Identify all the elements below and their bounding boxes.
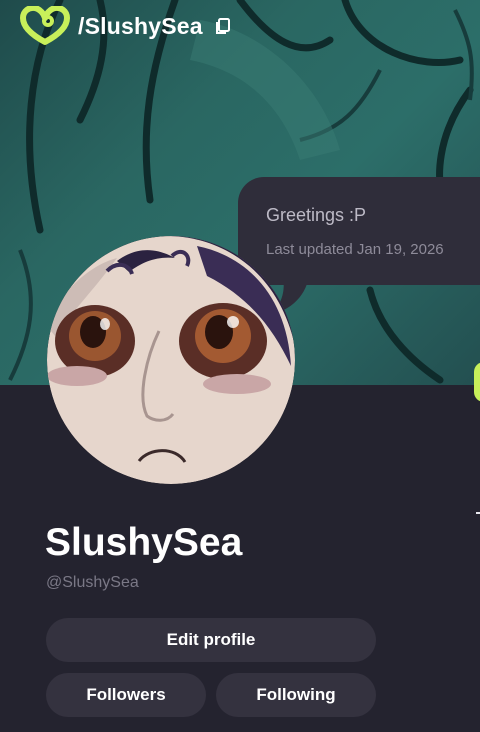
followers-label: Followers bbox=[86, 685, 166, 704]
top-bar: /SlushySea bbox=[20, 6, 233, 46]
heart-swirl-logo-icon[interactable] bbox=[20, 6, 70, 46]
profile-handle-path: /SlushySea bbox=[78, 12, 203, 39]
status-updated-time: Last updated Jan 19, 2026 bbox=[266, 241, 444, 258]
edge-divider bbox=[476, 512, 480, 514]
avatar[interactable] bbox=[47, 236, 295, 484]
following-button[interactable]: Following bbox=[216, 673, 376, 717]
display-name: SlushySea bbox=[45, 521, 243, 564]
following-label: Following bbox=[256, 685, 336, 704]
status-bubble[interactable]: Greetings :P Last updated Jan 19, 2026 bbox=[238, 177, 480, 285]
username: @SlushySea bbox=[46, 574, 139, 591]
edit-profile-button[interactable]: Edit profile bbox=[46, 618, 376, 662]
followers-button[interactable]: Followers bbox=[46, 673, 206, 717]
edit-profile-label: Edit profile bbox=[166, 630, 256, 649]
avatar-artwork bbox=[47, 236, 295, 484]
status-text: Greetings :P bbox=[266, 205, 367, 225]
copy-icon[interactable] bbox=[213, 16, 233, 36]
edge-accent-button[interactable] bbox=[474, 362, 480, 402]
